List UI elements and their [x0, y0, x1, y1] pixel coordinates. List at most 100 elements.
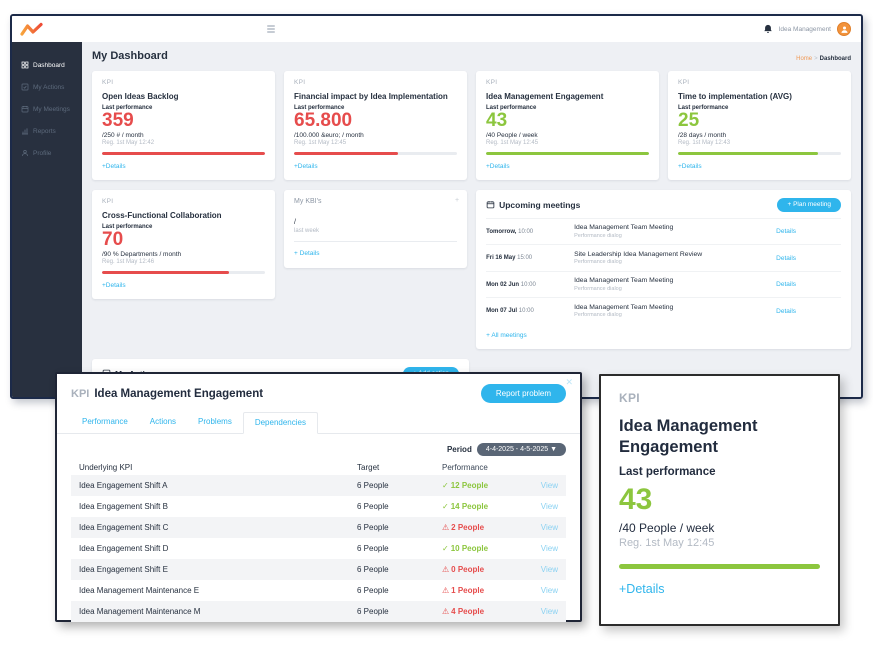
meeting-details-link[interactable]: Details: [776, 228, 796, 235]
meetings-header: Upcoming meetings + Plan meeting: [486, 198, 841, 212]
view-link[interactable]: View: [541, 586, 558, 595]
bell-icon[interactable]: [763, 24, 773, 34]
dependencies-table: Underlying KPI Target Performance Idea E…: [57, 459, 580, 622]
upcoming-meetings-panel: Upcoming meetings + Plan meeting Tomorro…: [476, 190, 851, 349]
details-link[interactable]: +Details: [102, 163, 126, 170]
plan-meeting-button[interactable]: + Plan meeting: [777, 198, 841, 212]
view-link[interactable]: View: [541, 502, 558, 511]
dashboard-grid-icon: [21, 61, 29, 69]
performance-value: ⚠0 People: [442, 565, 524, 574]
avatar[interactable]: [837, 22, 851, 36]
kpi-unit: /90 % Departments / month: [102, 251, 265, 258]
view-cell: View: [524, 586, 558, 595]
hamburger-menu-icon[interactable]: [267, 25, 275, 33]
meeting-date: Tomorrow,: [486, 229, 516, 235]
details-link[interactable]: +Details: [486, 163, 510, 170]
sidebar-item-my-meetings[interactable]: My Meetings: [12, 98, 82, 120]
kpi-progress-track: [294, 152, 457, 155]
kpi-title: Cross-Functional Collaboration: [102, 211, 265, 220]
modal-title: Idea Management Engagement: [94, 388, 263, 400]
details-link[interactable]: +Details: [619, 582, 665, 596]
details-link[interactable]: +Details: [678, 163, 702, 170]
target-value: 6 People: [357, 607, 442, 616]
details-link[interactable]: + Details: [294, 250, 319, 257]
meeting-details-link[interactable]: Details: [776, 308, 796, 315]
kpi-title: Idea Management Engagement: [619, 416, 820, 459]
sidebar-item-profile[interactable]: Profile: [12, 142, 82, 164]
meeting-subtitle: Performance dialog: [574, 312, 776, 318]
kpi-value: 65.800: [294, 111, 457, 131]
meetings-title: Upcoming meetings: [486, 200, 580, 210]
tab-problems[interactable]: Problems: [187, 412, 243, 433]
view-link[interactable]: View: [541, 481, 558, 490]
kpi-detail-modal: ✕ KPI Idea Management Engagement Report …: [55, 372, 582, 622]
view-link[interactable]: View: [541, 607, 558, 616]
kpi-unit: /250 # / month: [102, 132, 265, 139]
kpi-reg-timestamp: Reg. 1st May 12:42: [102, 140, 265, 146]
kpi-progress-fill: [294, 152, 398, 155]
meeting-date: Fri 16 May: [486, 255, 515, 261]
kpi-progress-fill: [486, 152, 649, 155]
target-value: 6 People: [357, 544, 442, 553]
screenshot-canvas: Idea Management Dashboard My Actions My …: [0, 0, 873, 661]
sidebar-item-label: Profile: [33, 150, 51, 157]
breadcrumb-home-link[interactable]: Home: [796, 56, 812, 62]
view-cell: View: [524, 523, 558, 532]
performance-text: 0 People: [451, 565, 484, 574]
meeting-subtitle: Performance dialog: [574, 286, 776, 292]
tab-performance[interactable]: Performance: [71, 412, 139, 433]
meetings-title-text: Upcoming meetings: [499, 200, 580, 210]
meeting-title: Idea Management Team Meeting: [574, 224, 776, 231]
kbis-sub-label: last week: [294, 228, 457, 234]
meeting-time: 10:00: [521, 282, 536, 288]
user-icon: [840, 25, 849, 34]
target-value: 6 People: [357, 502, 442, 511]
performance-value: ✓10 People: [442, 544, 524, 553]
meeting-body: Idea Management Team Meeting Performance…: [574, 277, 776, 292]
add-kbi-icon[interactable]: +: [455, 197, 459, 204]
performance-text: 1 People: [451, 586, 484, 595]
period-label: Period: [447, 445, 472, 454]
modal-tabs: Performance Actions Problems Dependencie…: [57, 412, 580, 434]
kpi-progress-fill: [619, 564, 820, 569]
target-value: 6 People: [357, 586, 442, 595]
table-row: Idea Engagement Shift B 6 People ✓14 Peo…: [71, 496, 566, 517]
kpi-value: 359: [102, 111, 265, 131]
status-icon: ⚠: [442, 607, 449, 616]
kpi-unit: /100.000 &euro; / month: [294, 132, 457, 139]
view-link[interactable]: View: [541, 565, 558, 574]
view-link[interactable]: View: [541, 544, 558, 553]
report-problem-button[interactable]: Report problem: [481, 384, 566, 403]
meeting-details-link[interactable]: Details: [776, 281, 796, 288]
col-header-performance: Performance: [442, 463, 524, 472]
bar-chart-icon: [21, 127, 29, 135]
divider: [294, 241, 457, 242]
dashboard-content: My Dashboard Home>Dashboard KPI Open Ide…: [82, 42, 861, 397]
tab-actions[interactable]: Actions: [139, 412, 187, 433]
meeting-subtitle: Performance dialog: [574, 233, 776, 239]
meeting-row: Mon 07 Jul 10:00 Idea Management Team Me…: [486, 297, 841, 324]
sidebar-item-dashboard[interactable]: Dashboard: [12, 54, 82, 76]
close-icon[interactable]: ✕: [565, 377, 573, 388]
sidebar-item-reports[interactable]: Reports: [12, 120, 82, 142]
app-logo: [12, 22, 82, 37]
topbar: Idea Management: [12, 16, 861, 42]
performance-value: ⚠4 People: [442, 607, 524, 616]
details-link[interactable]: +Details: [294, 163, 318, 170]
kpi-unit: /40 People / week: [486, 132, 649, 139]
sidebar-item-my-actions[interactable]: My Actions: [12, 76, 82, 98]
tab-dependencies[interactable]: Dependencies: [243, 412, 318, 434]
kpi-progress-fill: [102, 152, 265, 155]
period-dropdown[interactable]: 4-4-2025 - 4-5-2025 ▼: [477, 443, 566, 456]
performance-text: 2 People: [451, 523, 484, 532]
user-icon: [21, 149, 29, 157]
kpi-unit: /40 People / week: [619, 521, 820, 535]
details-link[interactable]: +Details: [102, 282, 126, 289]
meeting-details-link[interactable]: Details: [776, 255, 796, 262]
view-link[interactable]: View: [541, 523, 558, 532]
status-icon: ✓: [442, 544, 449, 553]
meeting-body: Idea Management Team Meeting Performance…: [574, 304, 776, 319]
all-meetings-link[interactable]: + All meetings: [486, 332, 527, 339]
meeting-time: 15:00: [517, 255, 532, 261]
kpi-row-2: KPI Cross-Functional Collaboration Last …: [92, 190, 851, 349]
